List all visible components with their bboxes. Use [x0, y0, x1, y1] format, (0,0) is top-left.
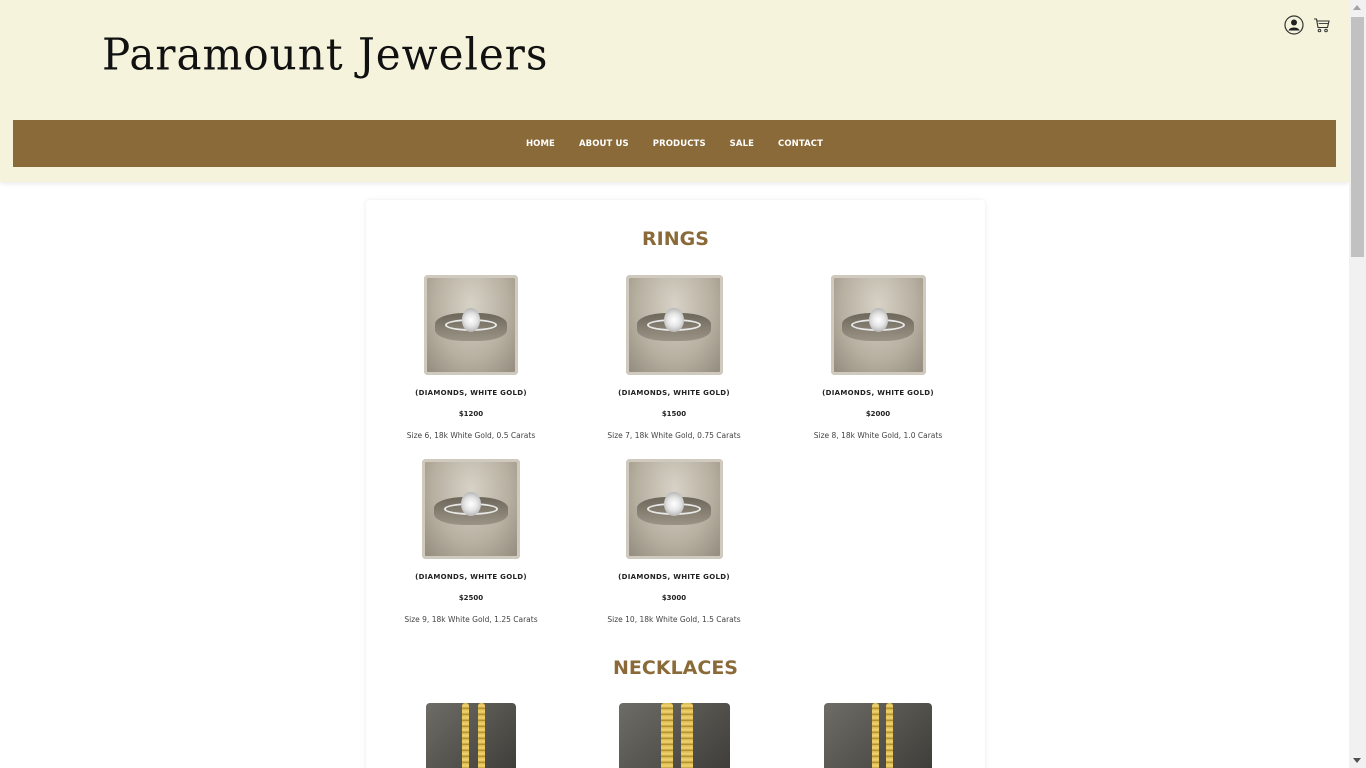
product-card[interactable] — [574, 703, 774, 768]
product-tag: (DIAMONDS, WHITE GOLD) — [618, 389, 730, 397]
product-card[interactable] — [778, 703, 978, 768]
header-icons — [1283, 14, 1333, 36]
product-price: $1500 — [661, 410, 687, 418]
product-image[interactable] — [426, 703, 516, 768]
product-tag: (DIAMONDS, WHITE GOLD) — [415, 389, 527, 397]
product-description: Size 9, 18k White Gold, 1.25 Carats — [404, 615, 538, 624]
product-card[interactable]: (DIAMONDS, WHITE GOLD) $1200 Size 6, 18k… — [371, 275, 571, 440]
product-image[interactable] — [618, 703, 730, 768]
product-tag: (DIAMONDS, WHITE GOLD) — [822, 389, 934, 397]
product-price: $3000 — [661, 594, 687, 602]
product-card[interactable]: (DIAMONDS, WHITE GOLD) $1500 Size 7, 18k… — [574, 275, 774, 440]
product-price: $2000 — [865, 410, 891, 418]
nav-home[interactable]: HOME — [514, 139, 567, 149]
product-card[interactable]: (DIAMONDS, WHITE GOLD) $2000 Size 8, 18k… — [778, 275, 978, 440]
product-price: $2500 — [458, 594, 484, 602]
rings-section-title: RINGS — [642, 228, 709, 250]
product-description: Size 7, 18k White Gold, 0.75 Carats — [607, 431, 741, 440]
site-header: Paramount Jewelers HOME ABOUT US PRODUCT… — [0, 0, 1349, 182]
nav-about-us[interactable]: ABOUT US — [567, 139, 641, 149]
product-image[interactable] — [422, 459, 520, 559]
product-price: $1200 — [458, 410, 484, 418]
main-nav: HOME ABOUT US PRODUCTS SALE CONTACT — [13, 120, 1336, 167]
product-image[interactable] — [424, 275, 518, 375]
user-icon[interactable] — [1283, 14, 1305, 36]
product-image[interactable] — [824, 703, 932, 768]
products-card: RINGS (DIAMONDS, WHITE GOLD) $1200 Size … — [366, 200, 985, 768]
cart-icon[interactable] — [1311, 14, 1333, 36]
product-description: Size 10, 18k White Gold, 1.5 Carats — [607, 615, 741, 624]
page-scrollbar[interactable] — [1349, 0, 1366, 768]
product-tag: (DIAMONDS, WHITE GOLD) — [415, 573, 527, 581]
product-image[interactable] — [625, 275, 723, 375]
product-card[interactable]: (DIAMONDS, WHITE GOLD) $3000 Size 10, 18… — [574, 459, 774, 624]
product-description: Size 8, 18k White Gold, 1.0 Carats — [813, 431, 943, 440]
nav-sale[interactable]: SALE — [718, 139, 766, 149]
nav-contact[interactable]: CONTACT — [766, 139, 835, 149]
site-logo[interactable]: Paramount Jewelers — [102, 29, 548, 80]
nav-products[interactable]: PRODUCTS — [641, 139, 718, 149]
product-card[interactable] — [371, 703, 571, 768]
scroll-up-arrow-icon[interactable] — [1353, 5, 1361, 10]
product-description: Size 6, 18k White Gold, 0.5 Carats — [406, 431, 536, 440]
scroll-down-arrow-icon[interactable] — [1353, 758, 1361, 763]
necklaces-section-title: NECKLACES — [613, 657, 738, 679]
product-tag: (DIAMONDS, WHITE GOLD) — [618, 573, 730, 581]
product-image[interactable] — [830, 275, 926, 375]
product-card[interactable]: (DIAMONDS, WHITE GOLD) $2500 Size 9, 18k… — [371, 459, 571, 624]
product-image[interactable] — [625, 459, 723, 559]
scroll-thumb[interactable] — [1351, 17, 1364, 257]
